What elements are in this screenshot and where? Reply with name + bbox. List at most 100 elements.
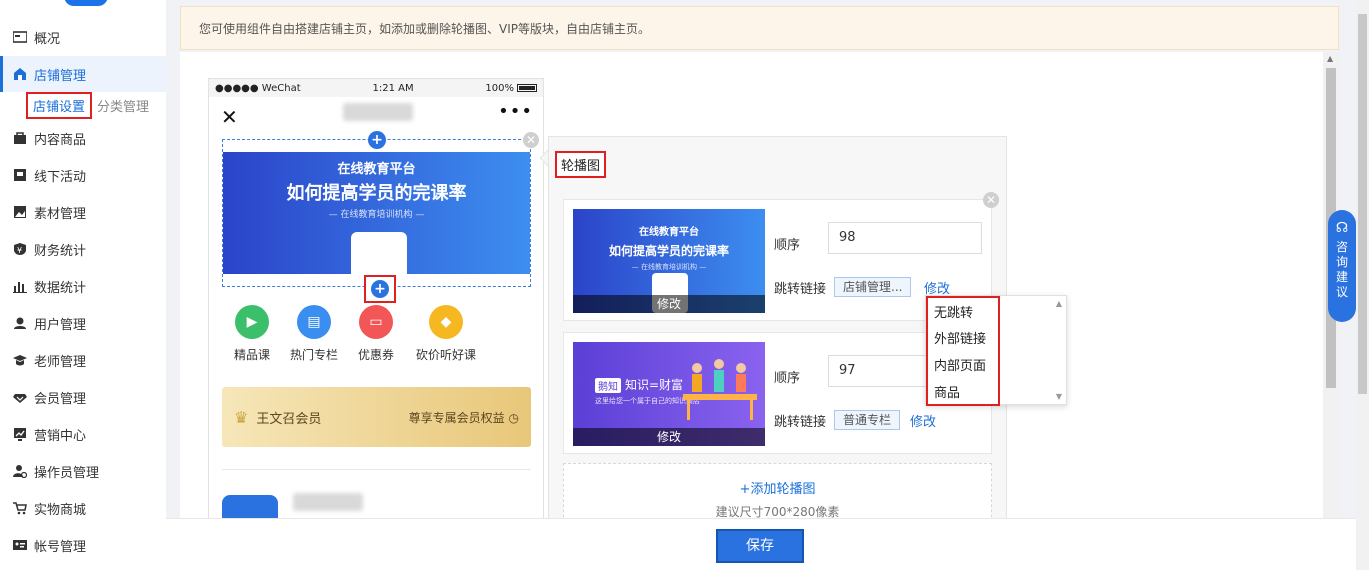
add-component-bottom-button[interactable]: + (371, 280, 389, 298)
link-tag[interactable]: 店铺管理... (834, 277, 912, 297)
sidebar-item-materials[interactable]: 素材管理 (0, 194, 166, 230)
battery-text: 100% (485, 82, 514, 94)
sidebar: 概况 店铺管理 店铺设置 分类管理 内容商品 线下活动 素材管理 ¥ 财务统计 … (0, 0, 166, 570)
vip-card[interactable]: ♛ 王文召会员 尊享专属会员权益 ◷ (222, 387, 531, 447)
sidebar-item-label: 数据统计 (34, 280, 87, 296)
banner-title: 如何提高学员的完课率 (286, 183, 467, 204)
sidebar-item-data-statistics[interactable]: 数据统计 (0, 268, 166, 304)
size-hint: 建议尺寸700*280像素 (715, 505, 840, 518)
sidebar-item-label: 概况 (34, 31, 61, 47)
sidebar-item-users[interactable]: 用户管理 (0, 305, 166, 341)
dropdown-option-external[interactable]: 外部链接 (934, 328, 986, 347)
shortcut-premium-courses[interactable]: ▶ 精品课 (217, 305, 287, 363)
sidebar-item-label: 操作员管理 (34, 465, 100, 481)
dashboard-icon (12, 29, 28, 45)
save-button[interactable]: 保存 (716, 529, 804, 563)
sidebar-item-marketing[interactable]: 营销中心 (0, 416, 166, 452)
notice-banner: 您可使用组件自由搭建店铺主页，如添加或删除轮播图、VIP等版块，自由店铺主页。 (180, 6, 1339, 50)
banner-caption: — 在线教育培训机构 — (328, 210, 425, 220)
tag-icon: ◆ (429, 305, 463, 339)
delete-component-icon[interactable]: ✕ (523, 132, 539, 148)
dropdown-option-internal[interactable]: 内部页面 (934, 355, 986, 374)
sidebar-item-overview[interactable]: 概况 (0, 19, 166, 55)
carousel-thumbnail[interactable]: 鹅知 知识=财富 这里给您一个属于自己的知识商店 修改 (573, 342, 765, 446)
sidebar-item-accounts[interactable]: 帐号管理 (0, 527, 166, 563)
battery: 100% (485, 83, 537, 94)
shortcut-coupons[interactable]: ▭ 优惠券 (341, 305, 411, 363)
page-scrollbar[interactable] (1356, 0, 1369, 570)
consult-button[interactable]: ☊ 咨询建议 (1328, 210, 1356, 322)
time-text: 1:21 AM (372, 82, 414, 94)
scroll-up-icon[interactable]: ▲ (1327, 54, 1333, 63)
sidebar-item-members[interactable]: 会员管理 (0, 379, 166, 415)
dropdown-option-none[interactable]: 无跳转 (934, 302, 973, 321)
shortcut-label: 砍价听好课 (415, 348, 476, 362)
link-label: 跳转链接 (774, 415, 827, 430)
document-icon: ▤ (297, 305, 331, 339)
shortcut-label: 优惠券 (357, 348, 394, 362)
editor-canvas: ●●●●● WeChat 1:21 AM 100% ✕ ••• + ✕ 在线教育… (180, 52, 1323, 518)
bar-chart-icon (12, 278, 28, 294)
vip-rights: 尊享专属会员权益 ◷ (409, 409, 519, 426)
banner-selection[interactable]: + ✕ 在线教育平台 如何提高学员的完课率 — 在线教育培训机构 — + (222, 131, 539, 303)
vip-diamond-icon (12, 389, 28, 405)
thumb-title: 知识=财富 (625, 378, 684, 392)
document-illustration (351, 232, 407, 274)
sidebar-item-label: 用户管理 (34, 317, 87, 333)
panel-title: 轮播图 (555, 151, 607, 178)
sidebar-item-content-products[interactable]: 内容商品 (0, 120, 166, 156)
dropdown-option-product[interactable]: 商品 (934, 382, 960, 401)
sidebar-item-label: 实物商城 (34, 502, 87, 518)
vip-name: 王文召会员 (256, 411, 322, 427)
scroll-up-icon[interactable]: ▲ (1056, 299, 1062, 308)
user-icon (12, 315, 28, 331)
shortcut-bargain[interactable]: ◆ 砍价听好课 (411, 305, 481, 363)
sidebar-item-physical-mall[interactable]: 实物商城 (0, 490, 166, 526)
order-input[interactable]: 98 (828, 222, 982, 254)
thumbnail-edit-button[interactable]: 修改 (573, 428, 765, 446)
trend-icon (12, 426, 28, 442)
thumb-title: 如何提高学员的完课率 (608, 244, 729, 258)
headset-icon: ☊ (1335, 220, 1349, 236)
submenu-category-management[interactable]: 分类管理 (92, 94, 154, 117)
shortcut-hot-columns[interactable]: ▤ 热门专栏 (279, 305, 349, 363)
link-edit-button[interactable]: 修改 (910, 411, 936, 430)
sidebar-item-store-management[interactable]: 店铺管理 (0, 56, 166, 92)
phone-preview: ●●●●● WeChat 1:21 AM 100% ✕ ••• + ✕ 在线教育… (208, 78, 544, 518)
banner-subtitle: 在线教育平台 (337, 162, 416, 177)
add-carousel-box[interactable]: +添加轮播图 建议尺寸700*280像素 (563, 463, 992, 518)
sidebar-item-teachers[interactable]: 老师管理 (0, 342, 166, 378)
sidebar-item-label: 内容商品 (34, 132, 87, 148)
bag-icon (12, 130, 28, 146)
thumb-caption: — 在线教育培训机构 — (631, 263, 707, 271)
order-label: 顺序 (774, 371, 801, 386)
banner-preview: 在线教育平台 如何提高学员的完课率 — 在线教育培训机构 — (223, 152, 530, 274)
coupon-icon: ▭ (359, 305, 393, 339)
more-icon[interactable]: ••• (498, 101, 533, 122)
carousel-thumbnail[interactable]: 在线教育平台 如何提高学员的完课率 — 在线教育培训机构 — 修改 (573, 209, 765, 313)
blurred-text (293, 493, 363, 511)
clock-icon: ◷ (508, 410, 519, 425)
add-carousel-button[interactable]: +添加轮播图 (564, 478, 991, 497)
sidebar-item-label: 帐号管理 (34, 539, 87, 555)
blurred-block (222, 495, 278, 518)
thumbnail-edit-button[interactable]: 修改 (573, 295, 765, 313)
link-tag[interactable]: 普通专栏 (834, 410, 901, 430)
store-icon (12, 66, 28, 82)
sidebar-item-operators[interactable]: 操作员管理 (0, 453, 166, 489)
phone-header: ✕ ••• (209, 97, 543, 135)
sidebar-item-label: 线下活动 (34, 169, 87, 185)
close-icon[interactable]: ✕ (221, 105, 238, 129)
link-type-dropdown[interactable]: 无跳转 外部链接 内部页面 商品 ▲ ▼ (925, 295, 1067, 406)
people-illustration (683, 356, 757, 422)
page-scrollbar-thumb[interactable] (1358, 14, 1367, 394)
delete-item-icon[interactable]: ✕ (983, 192, 999, 208)
add-component-top-button[interactable]: + (368, 131, 386, 149)
submenu-store-settings[interactable]: 店铺设置 (26, 91, 93, 119)
sidebar-item-offline-events[interactable]: 线下活动 (0, 157, 166, 193)
scroll-down-icon[interactable]: ▼ (1056, 392, 1062, 401)
svg-text:¥: ¥ (17, 246, 22, 255)
sidebar-item-finance[interactable]: ¥ 财务统计 (0, 231, 166, 267)
sidebar-item-label: 财务统计 (34, 243, 87, 259)
flag-icon (12, 167, 28, 183)
